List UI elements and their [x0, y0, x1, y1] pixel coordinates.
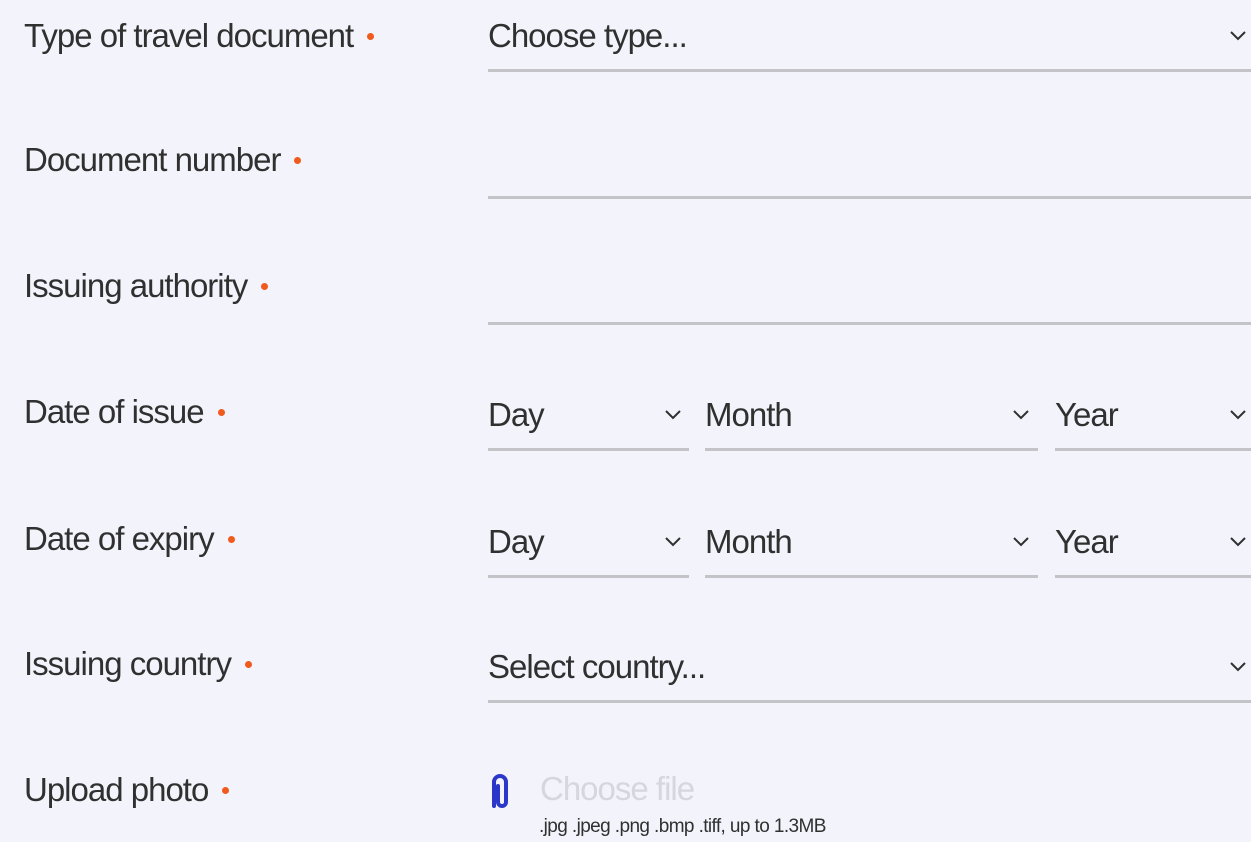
required-indicator: [294, 156, 302, 164]
paperclip-icon[interactable]: [486, 770, 514, 812]
document-number-label: Document number: [24, 140, 302, 180]
upload-photo-label: Upload photo: [24, 770, 230, 810]
label-text: Issuing authority: [24, 267, 248, 304]
expiry-month-select[interactable]: Month: [705, 506, 1038, 578]
travel-document-type-value: Choose type...: [488, 17, 688, 54]
date-of-expiry-label: Date of expiry: [24, 519, 235, 559]
label-text: Date of expiry: [24, 520, 215, 557]
required-indicator: [261, 282, 269, 290]
expiry-day-select[interactable]: Day: [488, 506, 689, 578]
label-text: Issuing country: [24, 645, 232, 682]
chevron-down-icon: [1229, 532, 1247, 550]
issue-year-value: Year: [1055, 396, 1119, 433]
required-indicator: [217, 408, 225, 416]
chevron-down-icon: [1229, 405, 1247, 423]
date-of-issue-label: Date of issue: [24, 392, 225, 432]
travel-document-type-select[interactable]: Choose type...: [488, 0, 1251, 72]
issue-day-value: Day: [488, 396, 545, 433]
chevron-down-icon: [1012, 532, 1030, 550]
expiry-month-value: Month: [705, 523, 793, 560]
expiry-year-select[interactable]: Year: [1055, 506, 1251, 578]
issuing-country-select[interactable]: Select country...: [488, 631, 1251, 703]
issuing-authority-label: Issuing authority: [24, 266, 269, 306]
required-indicator: [244, 660, 252, 668]
label-text: Document number: [24, 141, 281, 178]
issue-year-select[interactable]: Year: [1055, 379, 1251, 451]
issuing-country-label: Issuing country: [24, 644, 252, 684]
upload-hint-text: .jpg .jpeg .png .bmp .tiff, up to 1.3MB: [539, 816, 826, 837]
chevron-down-icon: [1229, 657, 1247, 675]
chevron-down-icon: [664, 405, 682, 423]
issue-month-select[interactable]: Month: [705, 379, 1038, 451]
label-text: Type of travel document: [24, 17, 354, 54]
chevron-down-icon: [1229, 26, 1247, 44]
required-indicator: [227, 535, 235, 543]
document-number-input[interactable]: [488, 127, 1251, 199]
expiry-year-value: Year: [1055, 523, 1119, 560]
choose-file-button[interactable]: Choose file: [540, 769, 695, 809]
required-indicator: [367, 32, 375, 40]
label-text: Date of issue: [24, 393, 205, 430]
issue-month-value: Month: [705, 396, 793, 433]
issuing-authority-input[interactable]: [488, 253, 1251, 325]
issuing-country-value: Select country...: [488, 648, 706, 685]
required-indicator: [222, 786, 230, 794]
chevron-down-icon: [1012, 405, 1030, 423]
label-text: Upload photo: [24, 771, 209, 808]
issue-day-select[interactable]: Day: [488, 379, 689, 451]
travel-document-type-label: Type of travel document: [24, 16, 375, 56]
expiry-day-value: Day: [488, 523, 545, 560]
chevron-down-icon: [664, 532, 682, 550]
